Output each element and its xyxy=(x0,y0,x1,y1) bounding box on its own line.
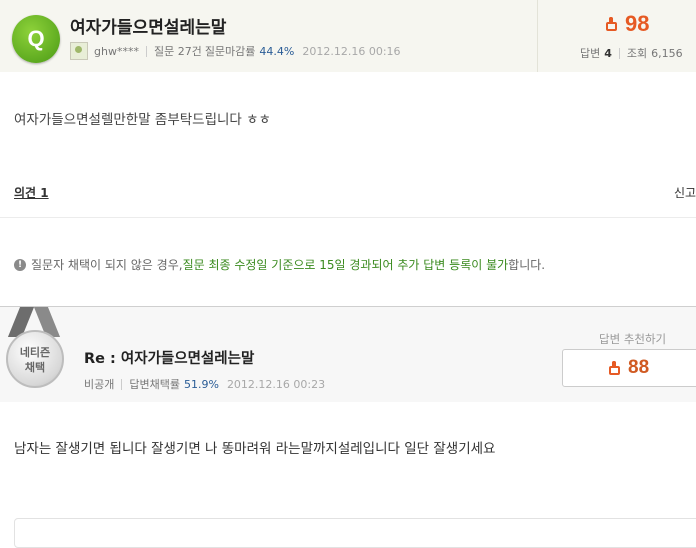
answer-title: Re : 여자가들으면설레는말 xyxy=(84,351,255,367)
views-count: 6,156 xyxy=(651,46,683,60)
recommend-label: 답변 추천하기 xyxy=(599,332,667,346)
question-meta: ghw**** 질문 27건 질문마감률 44.4% 2012.12.16 00… xyxy=(70,42,401,60)
netizen-choice-medal-icon: 네티즌 채택 xyxy=(6,330,64,388)
question-author[interactable]: ghw**** xyxy=(94,45,139,58)
divider xyxy=(0,217,696,218)
medal-line-1: 네티즌 xyxy=(19,346,51,359)
report-link[interactable]: 신고 xyxy=(674,184,696,201)
notice-highlight: 질문 최종 수정일 기준으로 15일 경과되어 추가 답변 등록이 불가 xyxy=(182,258,509,272)
info-icon: ! xyxy=(14,258,26,271)
answers-count: 4 xyxy=(604,46,612,60)
medal-line-2: 채택 xyxy=(24,361,46,374)
question-badge-icon: Q xyxy=(12,15,60,63)
recommend-count: 88 xyxy=(628,357,650,378)
question-title: 여자가들으면설레는말 xyxy=(70,18,227,38)
question-like-count: 98 xyxy=(625,11,650,36)
divider xyxy=(618,47,620,59)
answer-author: 비공개 xyxy=(84,378,115,391)
views-label: 조회 xyxy=(626,47,648,60)
adopt-rate-label: 답변채택률 xyxy=(129,378,180,391)
answer-closed-notice: ! 질문자 채택이 되지 않은 경우, 질문 최종 수정일 기준으로 15일 경… xyxy=(14,256,545,273)
answer-datetime: 2012.12.16 00:23 xyxy=(226,377,326,391)
notice-text: 질문자 채택이 되지 않은 경우, xyxy=(31,258,183,272)
thumbs-up-icon xyxy=(606,17,618,31)
avatar-icon[interactable] xyxy=(70,42,88,60)
answer-body: 남자는 잘생기면 됩니다 잘생기면 나 똥마려워 라는말까지설레입니다 일단 잘… xyxy=(14,441,496,457)
divider xyxy=(537,0,538,72)
close-rate-label: 질문마감률 xyxy=(204,45,256,58)
question-stats: 답변 4 조회 6,156 xyxy=(580,45,683,61)
question-datetime: 2012.12.16 00:16 xyxy=(302,44,401,58)
close-rate-value: 44.4% xyxy=(259,44,295,58)
notice-text-end: 합니다. xyxy=(508,258,546,272)
recommend-button[interactable]: 88 xyxy=(562,349,696,387)
divider xyxy=(145,45,147,57)
answers-label: 답변 xyxy=(580,47,601,60)
comment-box[interactable] xyxy=(14,518,696,548)
question-body: 여자가들으면설렐만한말 좀부탁드립니다 ㅎㅎ xyxy=(14,112,271,128)
divider xyxy=(121,378,123,390)
opinions-toggle[interactable]: 의견 1 xyxy=(14,184,49,201)
question-like-button[interactable]: 98 xyxy=(606,11,649,37)
thumbs-up-icon xyxy=(609,361,621,375)
question-count: 질문 27건 xyxy=(153,45,202,58)
adopt-rate-value: 51.9% xyxy=(183,377,219,391)
answer-meta: 비공개 답변채택률 51.9% 2012.12.16 00:23 xyxy=(84,376,325,392)
